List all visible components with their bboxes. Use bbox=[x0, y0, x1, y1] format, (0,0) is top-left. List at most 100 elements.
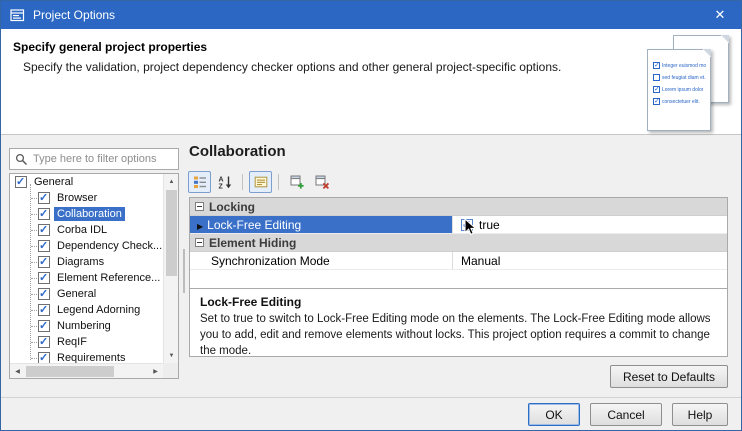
tree-item-dependency-checker[interactable]: Dependency Check... bbox=[10, 238, 163, 254]
reset-to-defaults-button[interactable]: Reset to Defaults bbox=[610, 365, 728, 388]
tree-rows: General Browser Collaboration Corba IDL … bbox=[10, 174, 163, 363]
checkbox-icon bbox=[653, 62, 660, 69]
checkbox-icon[interactable] bbox=[38, 336, 50, 348]
checkbox-icon[interactable] bbox=[38, 192, 50, 204]
illustration-row: sed feugiat diam et. bbox=[653, 74, 706, 81]
illustration-text: Integer euismod mollis bbox=[662, 63, 706, 69]
property-row-lock-free-editing[interactable]: Lock-Free Editing true bbox=[190, 216, 727, 234]
tree-item-label: Collaboration bbox=[54, 207, 125, 221]
help-button[interactable]: Help bbox=[672, 403, 728, 426]
scrollbar-corner bbox=[163, 363, 178, 378]
group-row-element-hiding[interactable]: Element Hiding bbox=[190, 234, 727, 252]
illustration-row: Lorem ipsum dolor bbox=[653, 86, 706, 93]
cancel-button[interactable]: Cancel bbox=[590, 403, 662, 426]
tree-item-general[interactable]: General bbox=[10, 286, 163, 302]
checkbox-icon[interactable] bbox=[15, 176, 27, 188]
illustration-row: consectetuer elit. bbox=[653, 98, 706, 105]
alphabetical-sort-icon: A Z bbox=[218, 175, 232, 189]
tree-horizontal-scrollbar[interactable] bbox=[10, 363, 163, 378]
tree-item-label: Requirements bbox=[54, 351, 128, 363]
checkbox-icon[interactable] bbox=[38, 272, 50, 284]
tree-item-label: Element Reference... bbox=[54, 271, 163, 285]
tree-item-legend-adorning[interactable]: Legend Adorning bbox=[10, 302, 163, 318]
categorized-view-icon bbox=[193, 175, 207, 189]
title-bar[interactable]: Project Options ✕ bbox=[1, 1, 741, 29]
options-tree: General Browser Collaboration Corba IDL … bbox=[9, 173, 179, 379]
checkbox-icon bbox=[653, 86, 660, 93]
tree-item-numbering[interactable]: Numbering bbox=[10, 318, 163, 334]
expand-all-button[interactable] bbox=[285, 171, 308, 193]
group-label: Element Hiding bbox=[209, 236, 296, 250]
svg-text:Z: Z bbox=[218, 183, 223, 189]
group-row-locking[interactable]: Locking bbox=[190, 198, 727, 216]
horizontal-scrollbar-thumb[interactable] bbox=[26, 366, 114, 377]
checkbox-icon[interactable] bbox=[38, 224, 50, 236]
tree-vertical-scrollbar[interactable] bbox=[163, 174, 178, 363]
page-title: Collaboration bbox=[189, 143, 286, 160]
checkbox-icon bbox=[653, 98, 660, 105]
alphabetical-sort-button[interactable]: A Z bbox=[213, 171, 236, 193]
property-label: Synchronization Mode bbox=[211, 254, 330, 268]
filter-box bbox=[9, 148, 179, 170]
expand-all-icon bbox=[290, 175, 304, 189]
checkbox-icon[interactable] bbox=[38, 256, 50, 268]
checklist-illustration: Integer euismod mollis sed feugiat diam … bbox=[647, 35, 729, 131]
collapse-all-button[interactable] bbox=[310, 171, 333, 193]
checkbox-icon[interactable] bbox=[38, 304, 50, 316]
tree-item-element-references[interactable]: Element Reference... bbox=[10, 270, 163, 286]
filter-input[interactable] bbox=[33, 153, 173, 165]
property-row-synchronization-mode[interactable]: Synchronization Mode Manual bbox=[190, 252, 727, 270]
window-icon bbox=[10, 8, 25, 23]
tree-item-browser[interactable]: Browser bbox=[10, 190, 163, 206]
illustration-row: Integer euismod mollis bbox=[653, 62, 706, 69]
banner-description: Specify the validation, project dependen… bbox=[23, 60, 561, 74]
show-description-icon bbox=[254, 175, 268, 189]
tree-item-diagrams[interactable]: Diagrams bbox=[10, 254, 163, 270]
tree-item-collaboration[interactable]: Collaboration bbox=[10, 206, 163, 222]
illustration-text: consectetuer elit. bbox=[662, 99, 700, 105]
ok-button[interactable]: OK bbox=[528, 403, 580, 426]
illustration-text: Lorem ipsum dolor bbox=[662, 87, 703, 93]
banner: Specify general project properties Speci… bbox=[1, 29, 741, 135]
tree-item-requirements[interactable]: Requirements bbox=[10, 350, 163, 363]
checkbox-icon[interactable] bbox=[38, 240, 50, 252]
expand-row-icon[interactable] bbox=[197, 218, 203, 232]
group-label: Locking bbox=[209, 200, 255, 214]
categorized-view-button[interactable] bbox=[188, 171, 211, 193]
description-panel: Lock-Free Editing Set to true to switch … bbox=[190, 289, 727, 356]
property-value: true bbox=[479, 218, 500, 232]
mouse-cursor bbox=[464, 218, 476, 236]
property-pane: Locking Lock-Free Editing true Element H… bbox=[189, 197, 728, 357]
tree-item-label: Dependency Check... bbox=[54, 239, 163, 253]
checkbox-icon[interactable] bbox=[38, 352, 50, 363]
vertical-scrollbar-thumb[interactable] bbox=[166, 190, 177, 276]
tree-item-label: Numbering bbox=[54, 319, 114, 333]
checkbox-icon[interactable] bbox=[38, 288, 50, 300]
close-button[interactable]: ✕ bbox=[699, 1, 741, 29]
scroll-right-icon[interactable] bbox=[148, 364, 163, 379]
scroll-down-icon[interactable] bbox=[164, 348, 179, 363]
description-body: Set to true to switch to Lock-Free Editi… bbox=[200, 312, 717, 356]
toolbar-separator bbox=[278, 174, 279, 190]
collapse-group-icon[interactable] bbox=[195, 202, 204, 211]
footer-separator bbox=[1, 397, 741, 398]
show-description-button[interactable] bbox=[249, 171, 272, 193]
tree-item-reqif[interactable]: ReqIF bbox=[10, 334, 163, 350]
tree-item-label: Browser bbox=[54, 191, 100, 205]
illustration-front-page: Integer euismod mollis sed feugiat diam … bbox=[647, 49, 711, 131]
scroll-up-icon[interactable] bbox=[164, 174, 179, 189]
search-icon bbox=[15, 153, 28, 166]
tree-item-general-root[interactable]: General bbox=[10, 174, 163, 190]
tree-item-corba-idl[interactable]: Corba IDL bbox=[10, 222, 163, 238]
tree-item-label: General bbox=[31, 175, 76, 189]
tree-item-label: General bbox=[54, 287, 99, 301]
checkbox-icon[interactable] bbox=[38, 208, 50, 220]
window-title: Project Options bbox=[33, 8, 115, 22]
tree-item-label: ReqIF bbox=[54, 335, 90, 349]
panel-splitter[interactable] bbox=[183, 249, 185, 293]
checkbox-icon[interactable] bbox=[38, 320, 50, 332]
collapse-group-icon[interactable] bbox=[195, 238, 204, 247]
scroll-left-icon[interactable] bbox=[10, 364, 25, 379]
tree-item-label: Diagrams bbox=[54, 255, 107, 269]
description-title: Lock-Free Editing bbox=[200, 295, 717, 309]
